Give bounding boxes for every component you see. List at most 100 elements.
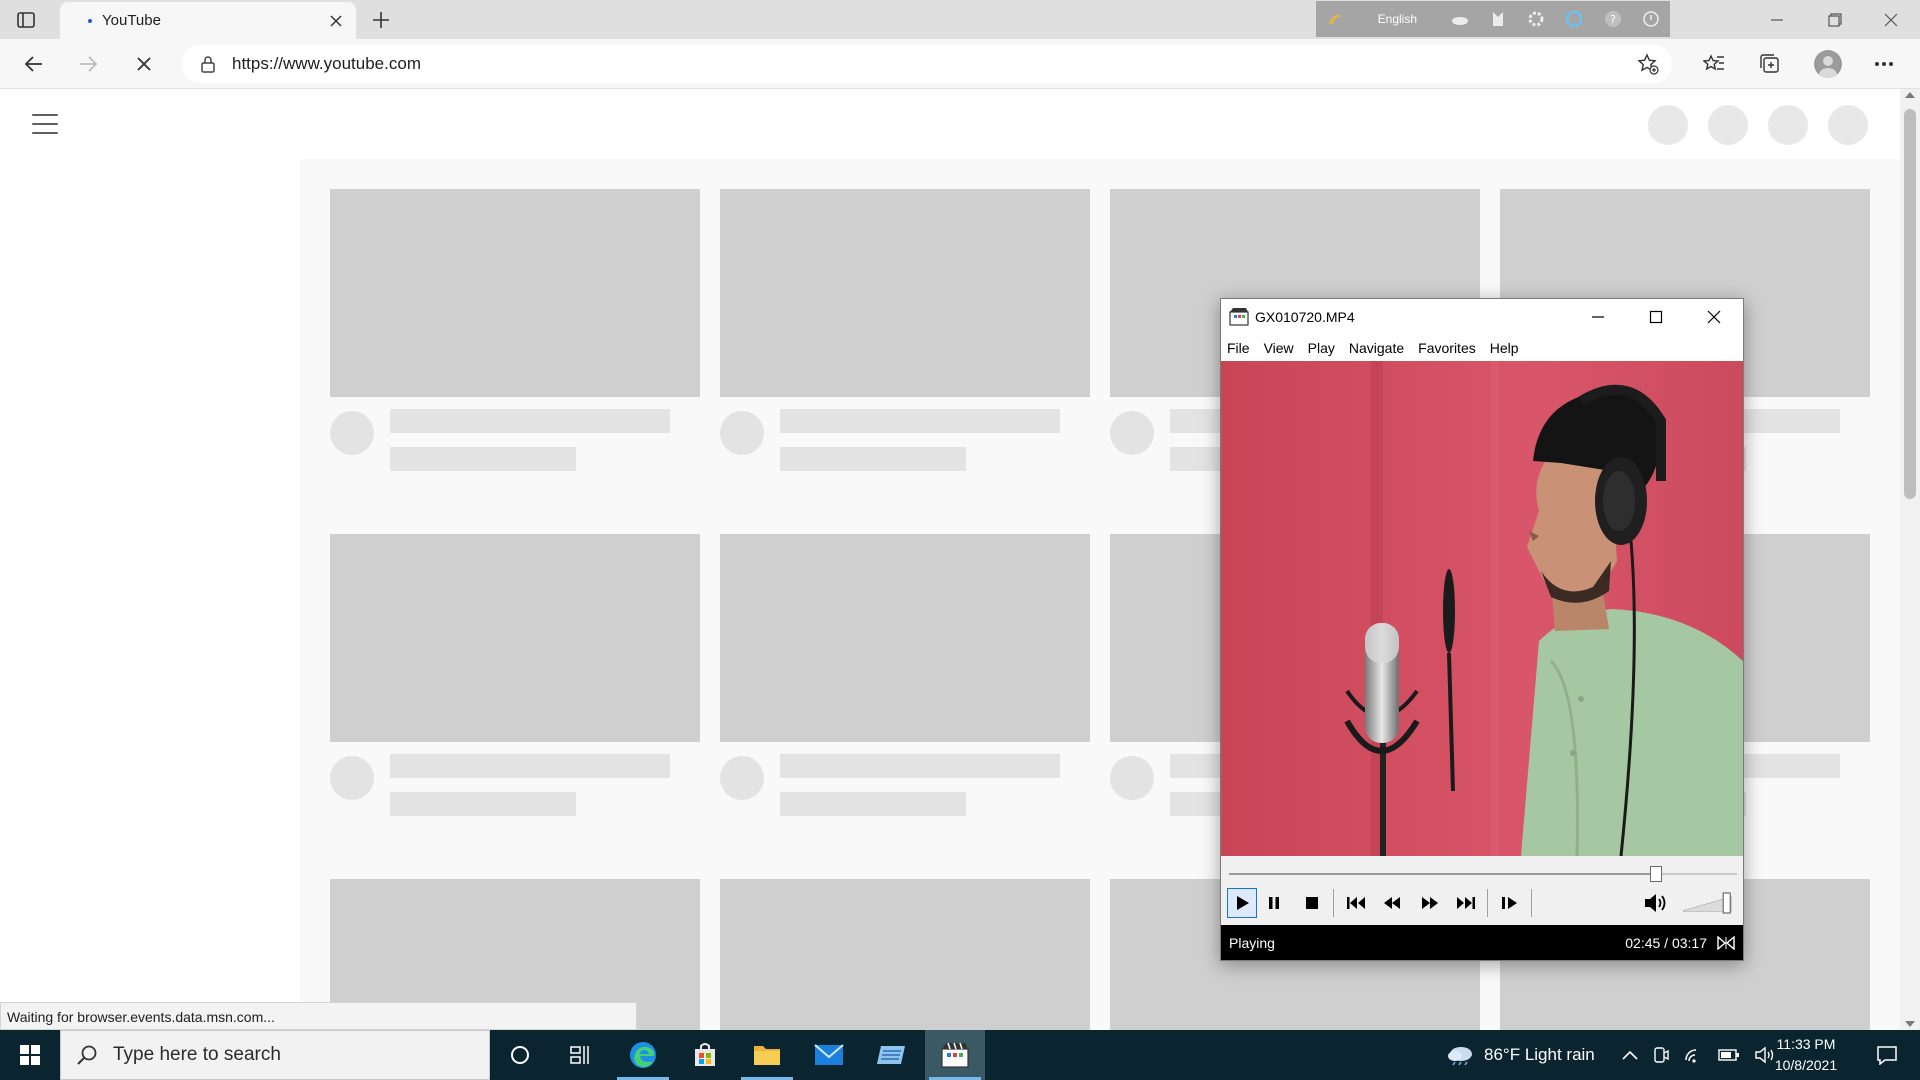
pause-button[interactable] — [1259, 888, 1289, 918]
video-thumbnail-placeholder — [720, 534, 1090, 742]
volume-slider[interactable] — [1681, 891, 1737, 915]
tab-actions-button[interactable] — [14, 8, 38, 32]
subtitle-placeholder — [780, 447, 966, 471]
mail-taskbar-button[interactable] — [799, 1030, 859, 1080]
ime-edge-icon[interactable] — [1555, 1, 1593, 37]
flyout-toggle-icon[interactable] — [1717, 935, 1735, 950]
menu-help[interactable]: Help — [1490, 340, 1519, 356]
edge-taskbar-button[interactable] — [613, 1030, 673, 1080]
controls-separator — [1487, 889, 1488, 917]
address-bar[interactable]: https://www.youtube.com — [182, 45, 1672, 83]
menu-file[interactable]: File — [1227, 340, 1250, 356]
player-title-bar[interactable]: GX010720.MP4 — [1221, 299, 1743, 335]
taskbar-search-box[interactable]: Type here to search — [60, 1030, 490, 1080]
store-taskbar-button[interactable] — [675, 1030, 735, 1080]
task-view-button[interactable] — [550, 1030, 610, 1080]
page-scrollbar[interactable] — [1900, 89, 1920, 1030]
rewind-button[interactable] — [1377, 888, 1407, 918]
ime-info-icon[interactable] — [1632, 1, 1670, 37]
browser-minimize-button[interactable] — [1748, 0, 1806, 39]
ime-settings-icon[interactable] — [1517, 1, 1555, 37]
taskbar-clock[interactable]: 11:33 PM 10/8/2021 — [1770, 1034, 1842, 1076]
stop-loading-button[interactable] — [128, 49, 160, 79]
url-text[interactable]: https://www.youtube.com — [232, 54, 1632, 74]
player-close-button[interactable] — [1685, 299, 1743, 335]
channel-avatar-placeholder — [1110, 411, 1154, 455]
scroll-down-arrow-icon[interactable] — [1905, 1021, 1915, 1027]
ime-cloud-icon[interactable] — [1440, 1, 1478, 37]
notification-center-button[interactable] — [1862, 1030, 1912, 1080]
new-tab-button[interactable] — [368, 7, 394, 33]
meet-now-icon[interactable] — [1652, 1046, 1670, 1064]
tab-actions-icon — [17, 12, 35, 28]
video-thumbnail-placeholder — [720, 189, 1090, 397]
rewind-icon — [1384, 897, 1400, 909]
stop-button[interactable] — [1297, 888, 1327, 918]
title-placeholder — [390, 754, 670, 778]
scroll-up-arrow-icon[interactable] — [1905, 92, 1915, 98]
player-maximize-button[interactable] — [1627, 299, 1685, 335]
subtitle-placeholder — [390, 447, 576, 471]
fast-forward-button[interactable] — [1415, 888, 1445, 918]
hamburger-menu-icon[interactable] — [32, 114, 58, 134]
controls-separator — [1333, 889, 1334, 917]
weather-widget[interactable]: 86°F Light rain — [1446, 1030, 1595, 1080]
seek-thumb[interactable] — [1649, 866, 1662, 882]
seek-bar[interactable] — [1229, 866, 1737, 882]
svg-text:?: ? — [1610, 13, 1616, 26]
title-placeholder — [780, 409, 1060, 433]
restore-icon — [1828, 12, 1842, 27]
video-frame[interactable] — [1221, 361, 1743, 856]
file-explorer-taskbar-button[interactable] — [737, 1030, 797, 1080]
browser-toolbar: https://www.youtube.com — [0, 39, 1920, 89]
tab-youtube[interactable]: YouTube — [60, 2, 356, 39]
menu-favorites[interactable]: Favorites — [1418, 340, 1476, 356]
placeholder-circle — [1648, 105, 1688, 145]
avatar — [1814, 50, 1842, 78]
player-minimize-button[interactable] — [1569, 299, 1627, 335]
wifi-icon[interactable] — [1684, 1046, 1704, 1064]
ime-language-selector[interactable]: English — [1354, 12, 1440, 26]
ime-skin-icon[interactable] — [1479, 1, 1517, 37]
close-icon — [137, 57, 151, 71]
media-player-taskbar-button[interactable] — [925, 1030, 985, 1080]
volume-thumb[interactable] — [1722, 892, 1731, 914]
play-button[interactable] — [1227, 888, 1257, 918]
browser-close-button[interactable] — [1862, 0, 1920, 39]
collections-button[interactable] — [1754, 49, 1786, 79]
chevron-up-icon[interactable] — [1622, 1050, 1638, 1060]
close-icon — [1884, 13, 1898, 26]
fast-forward-icon — [1422, 897, 1438, 909]
minimize-icon — [1771, 18, 1783, 21]
next-button[interactable] — [1451, 888, 1481, 918]
menu-navigate[interactable]: Navigate — [1349, 340, 1404, 356]
ime-logo-icon[interactable] — [1316, 1, 1354, 37]
previous-button[interactable] — [1341, 888, 1371, 918]
back-button[interactable] — [18, 49, 50, 79]
favorites-button[interactable] — [1698, 49, 1730, 79]
cortana-button[interactable] — [490, 1030, 550, 1080]
channel-avatar-placeholder — [330, 756, 374, 800]
profile-button[interactable] — [1812, 49, 1844, 79]
tab-close-button[interactable] — [324, 9, 348, 33]
lock-icon[interactable] — [198, 54, 218, 74]
start-button[interactable] — [0, 1030, 60, 1080]
battery-icon[interactable] — [1718, 1048, 1740, 1062]
add-favorite-button[interactable] — [1632, 48, 1664, 80]
arrow-right-icon — [80, 56, 98, 72]
placeholder-circle — [1828, 105, 1868, 145]
channel-avatar-placeholder — [330, 411, 374, 455]
ime-help-icon[interactable]: ? — [1593, 1, 1631, 37]
menu-view[interactable]: View — [1264, 340, 1294, 356]
menu-play[interactable]: Play — [1308, 340, 1335, 356]
browser-restore-button[interactable] — [1806, 0, 1864, 39]
controls-separator — [1531, 889, 1532, 917]
settings-more-button[interactable] — [1868, 49, 1900, 79]
mute-button[interactable] — [1641, 888, 1671, 918]
loading-icon — [88, 18, 92, 23]
scrollbar-thumb[interactable] — [1904, 109, 1916, 499]
notes-app-taskbar-button[interactable] — [861, 1030, 921, 1080]
frame-step-button[interactable] — [1495, 888, 1525, 918]
forward-button[interactable] — [72, 49, 104, 79]
search-placeholder: Type here to search — [113, 1044, 281, 1065]
